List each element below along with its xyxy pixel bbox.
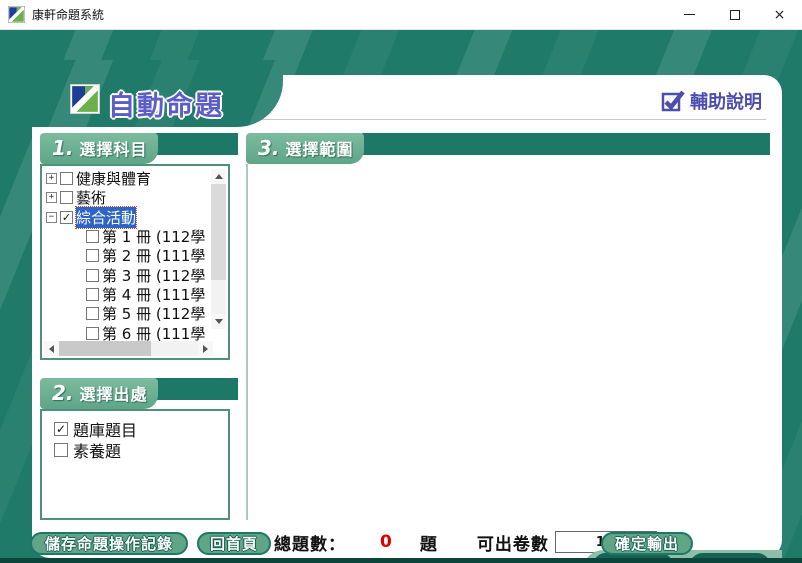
tree-item-label[interactable]: 藝術 xyxy=(76,187,106,208)
tree-item[interactable]: 第 4 冊 (111學 xyxy=(44,285,212,304)
collapse-minus-icon[interactable]: − xyxy=(46,212,57,223)
app-logo-icon-large xyxy=(70,84,100,114)
scroll-down-arrow-icon[interactable] xyxy=(211,314,226,329)
source-option[interactable]: ✓題庫題目 xyxy=(54,419,228,439)
tree-checkbox[interactable] xyxy=(86,249,99,262)
close-button[interactable]: × xyxy=(757,0,802,30)
vertical-scroll-thumb[interactable] xyxy=(211,184,226,280)
tree-item[interactable]: −✓綜合活動 xyxy=(44,208,212,227)
tree-vertical-scrollbar[interactable] xyxy=(211,169,226,329)
expand-plus-icon[interactable]: + xyxy=(46,173,57,184)
step2-number: 2. xyxy=(52,381,74,405)
subject-tree: +健康與體育+藝術−✓綜合活動第 1 冊 (112學第 2 冊 (111學第 3… xyxy=(44,169,212,345)
tree-item-label[interactable]: 第 3 冊 (112學 xyxy=(102,265,205,286)
source-option-label: 素養題 xyxy=(73,438,121,462)
tree-checkbox[interactable] xyxy=(60,191,73,204)
app-window: 康軒命題系統 × 自動命題 xyxy=(0,0,802,563)
scroll-up-arrow-icon[interactable] xyxy=(211,169,226,184)
tree-item[interactable]: + 藝術 xyxy=(44,188,212,207)
tree-checkbox[interactable] xyxy=(86,230,99,243)
confirm-output-button[interactable]: 確定輸出 xyxy=(601,532,693,555)
save-log-button[interactable]: 儲存命題操作記錄 xyxy=(30,532,188,555)
step3-number: 3. xyxy=(258,136,280,160)
page-title: 自動命題 xyxy=(108,84,224,123)
scroll-right-arrow-icon[interactable] xyxy=(198,341,213,356)
tree-checkbox[interactable] xyxy=(60,172,73,185)
main-card: 自動命題 輔助說明 1. 選擇科目 +健康與體育+藝術−✓綜合活動第 1 冊 (… xyxy=(32,75,782,558)
tree-horizontal-scrollbar[interactable] xyxy=(44,341,213,356)
subject-panel: +健康與體育+藝術−✓綜合活動第 1 冊 (112學第 2 冊 (111學第 3… xyxy=(40,164,230,360)
total-questions-label: 總題數： xyxy=(274,530,346,555)
help-button[interactable]: 輔助說明 xyxy=(661,88,762,114)
step3-bar xyxy=(362,133,770,155)
header-divider xyxy=(250,119,766,120)
step1-title: 選擇科目 xyxy=(80,136,148,160)
tree-item[interactable]: 第 6 冊 (111學 xyxy=(44,323,212,342)
step2-header: 2. 選擇出處 xyxy=(40,378,158,409)
title-bar: 康軒命題系統 × xyxy=(0,0,802,30)
total-questions-unit: 題 xyxy=(420,530,437,555)
source-checkbox[interactable] xyxy=(54,443,68,457)
expand-plus-icon[interactable]: + xyxy=(46,192,57,203)
app-logo-icon xyxy=(8,6,25,23)
tree-item[interactable]: 第 2 冊 (111學 xyxy=(44,246,212,265)
step1-number: 1. xyxy=(52,136,74,160)
step3-title: 選擇範圍 xyxy=(286,136,354,160)
step3-header: 3. 選擇範圍 xyxy=(246,133,364,164)
tree-item-label[interactable]: 第 4 冊 (111學 xyxy=(102,284,205,305)
scroll-left-arrow-icon[interactable] xyxy=(44,341,59,356)
tree-item-label[interactable]: 第 2 冊 (111學 xyxy=(102,245,205,266)
home-button[interactable]: 回首頁 xyxy=(197,532,271,555)
window-title: 康軒命題系統 xyxy=(32,6,104,23)
source-option[interactable]: 素養題 xyxy=(54,440,228,460)
source-panel: ✓題庫題目素養題 xyxy=(40,409,230,520)
total-questions-value: 0 xyxy=(380,532,392,552)
tree-checkbox[interactable] xyxy=(86,327,99,340)
horizontal-scroll-thumb[interactable] xyxy=(59,341,151,356)
step1-header: 1. 選擇科目 xyxy=(40,133,158,164)
checked-box-icon xyxy=(661,89,685,113)
tree-checkbox[interactable]: ✓ xyxy=(60,211,73,224)
app-background: 自動命題 輔助說明 1. 選擇科目 +健康與體育+藝術−✓綜合活動第 1 冊 (… xyxy=(0,30,802,563)
tree-checkbox[interactable] xyxy=(86,269,99,282)
scope-panel xyxy=(246,164,772,520)
tree-item-label[interactable]: 健康與體育 xyxy=(76,169,151,189)
tree-item[interactable]: 第 1 冊 (112學 xyxy=(44,227,212,246)
step2-title: 選擇出處 xyxy=(80,381,148,405)
tree-item[interactable]: + 健康與體育 xyxy=(44,169,212,188)
header-wedge: 自動命題 xyxy=(0,60,283,127)
source-checkbox[interactable]: ✓ xyxy=(54,422,68,436)
tree-item-label[interactable]: 綜合活動 xyxy=(76,207,136,228)
tree-item[interactable]: 第 5 冊 (112學 xyxy=(44,304,212,323)
maximize-button[interactable] xyxy=(712,0,757,30)
minimize-button[interactable] xyxy=(667,0,712,30)
tree-item-label[interactable]: 第 1 冊 (112學 xyxy=(102,226,205,247)
help-label: 輔助說明 xyxy=(690,88,762,114)
tree-item-label[interactable]: 第 5 冊 (112學 xyxy=(102,303,205,324)
paper-count-label: 可出卷數 xyxy=(477,530,549,555)
footer-bottom-line xyxy=(0,558,802,563)
tree-checkbox[interactable] xyxy=(86,288,99,301)
tree-checkbox[interactable] xyxy=(86,307,99,320)
tree-item[interactable]: 第 3 冊 (112學 xyxy=(44,265,212,284)
